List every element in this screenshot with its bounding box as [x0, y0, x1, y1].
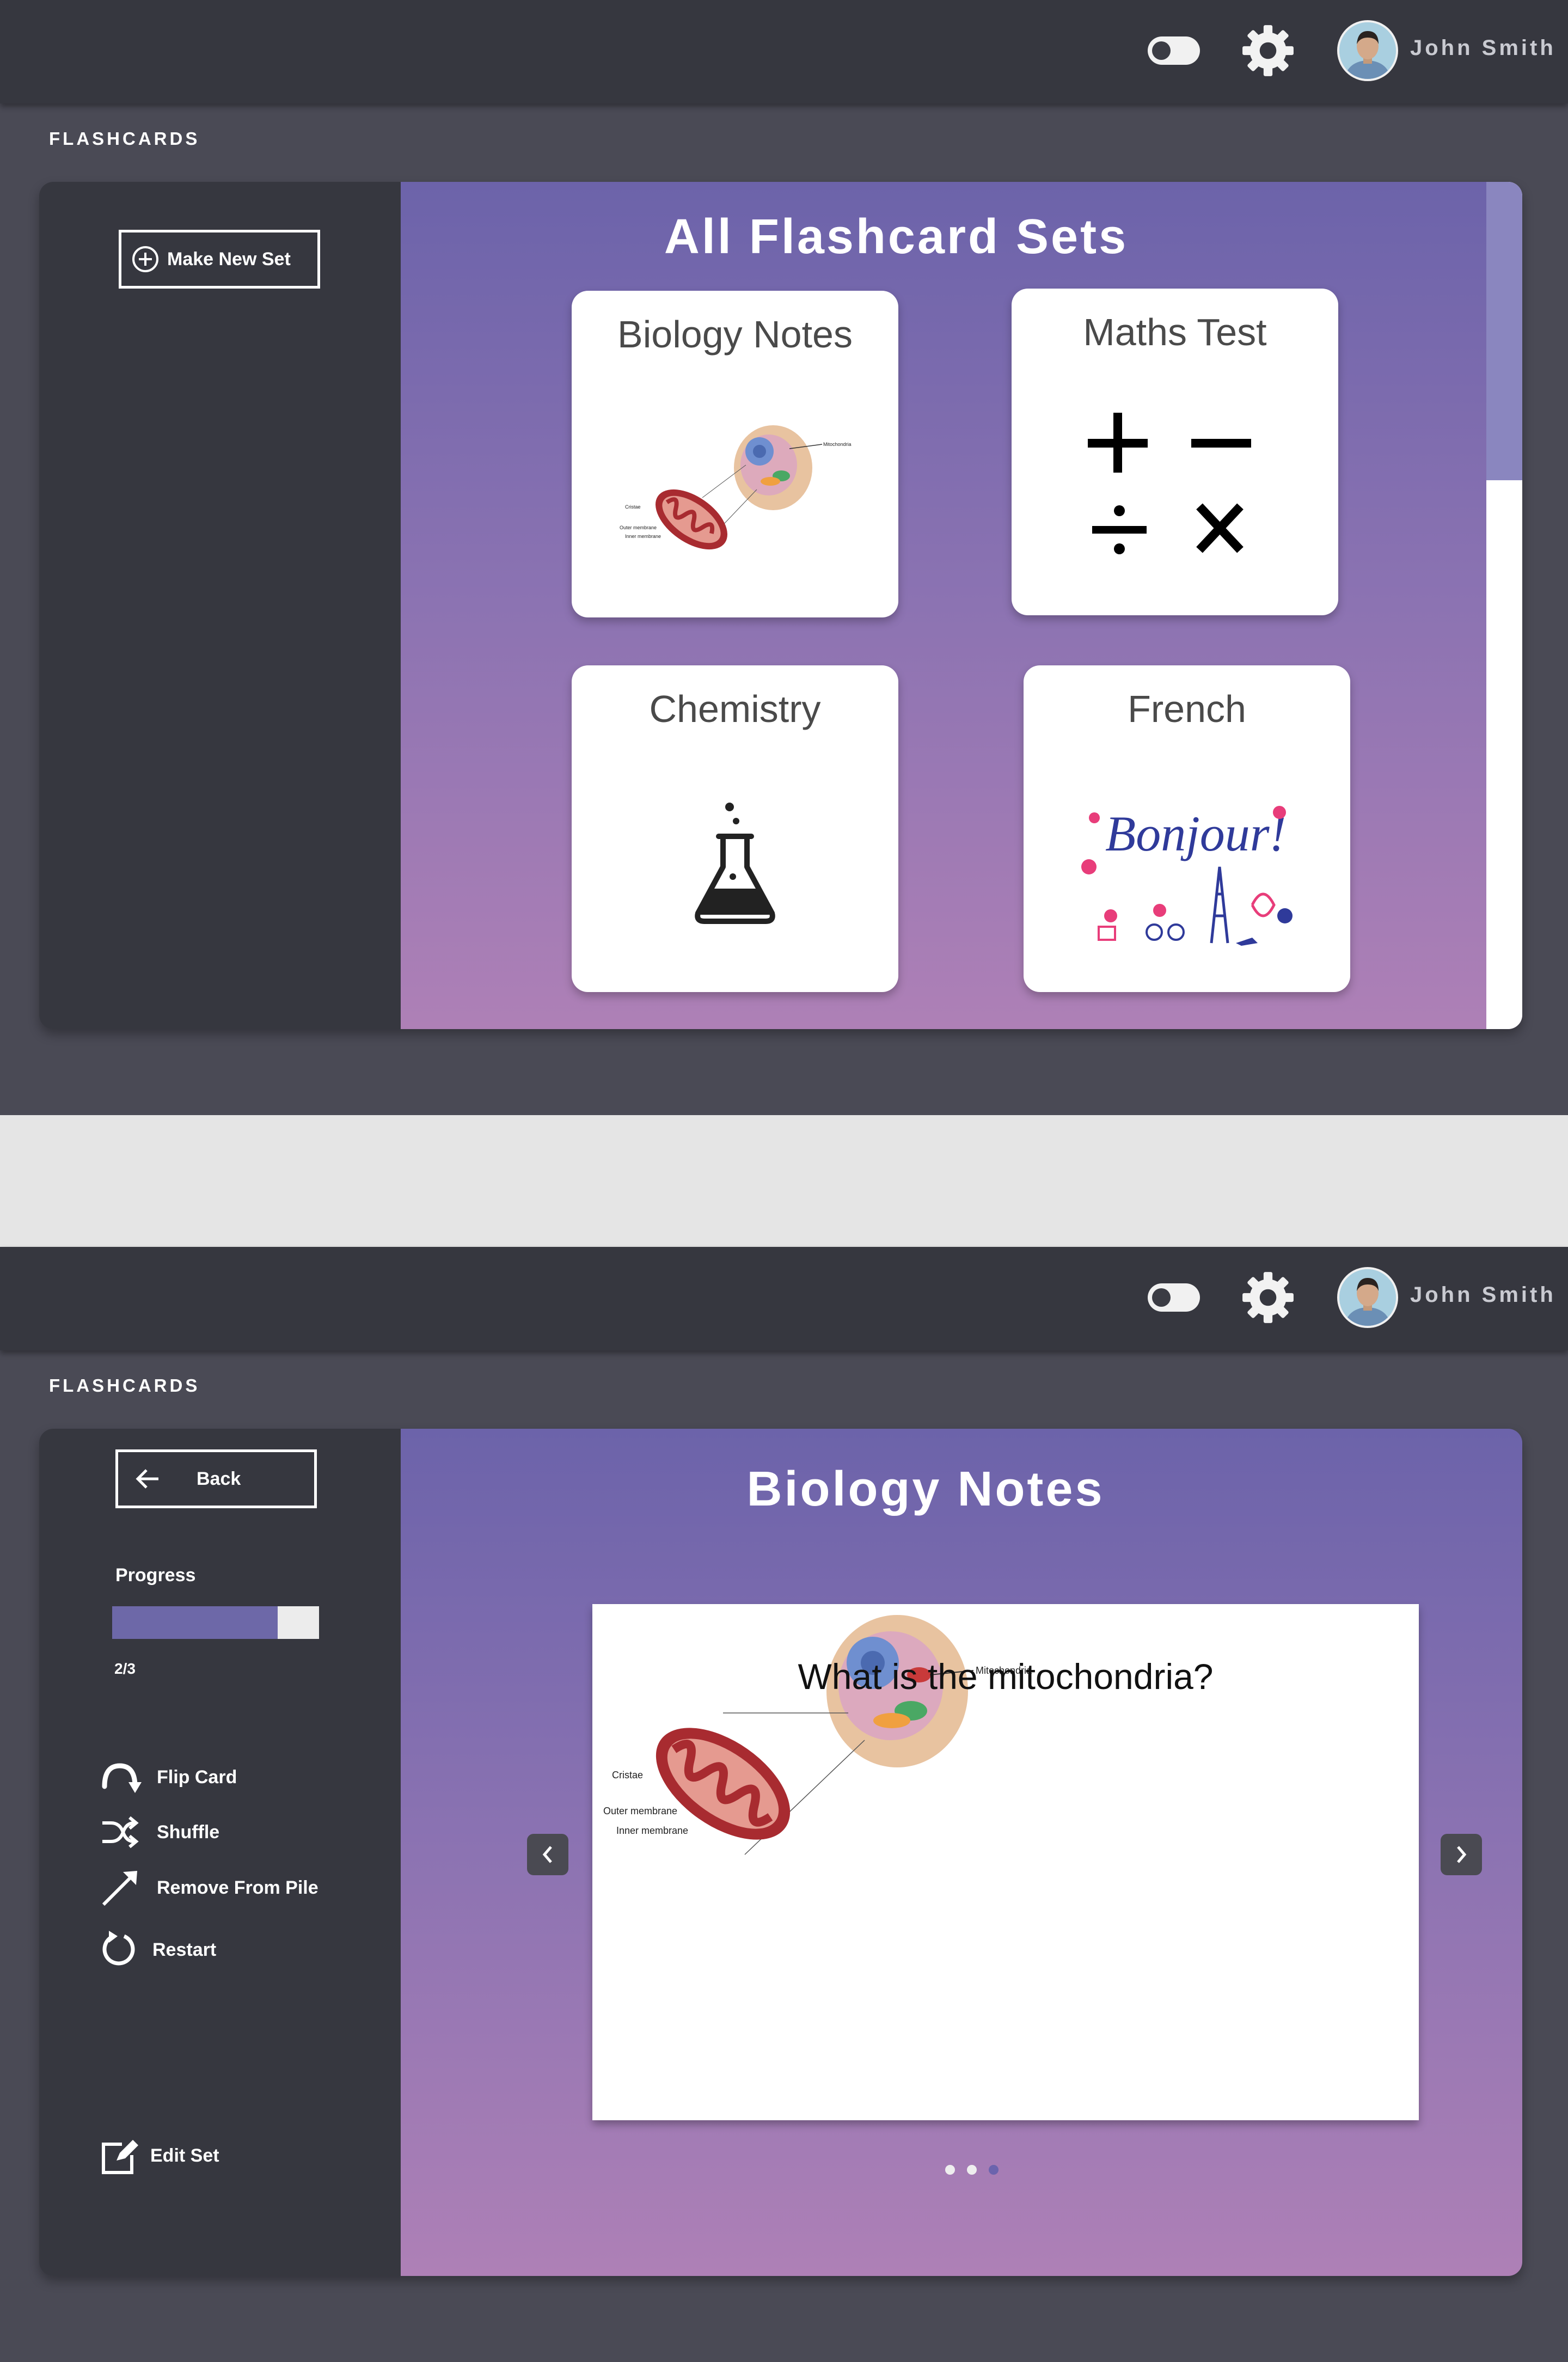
- progress-label: Progress: [115, 1565, 196, 1586]
- set-card-label: Chemistry: [649, 688, 821, 730]
- shuffle-button[interactable]: Shuffle: [98, 1813, 219, 1851]
- edit-set-label: Edit Set: [150, 2145, 219, 2166]
- edit-set-button[interactable]: Edit Set: [98, 2137, 219, 2175]
- diagram-label-cristae: Cristae: [625, 504, 641, 510]
- progress-bar: [112, 1606, 319, 1639]
- section-label: FLASHCARDS: [49, 1375, 200, 1396]
- cell-diagram-image: Mitochondria Cristae Outer membrane Inne…: [620, 425, 852, 550]
- scrollbar-thumb[interactable]: [1486, 182, 1522, 480]
- scrollbar[interactable]: [1486, 182, 1522, 1029]
- flip-card-label: Flip Card: [157, 1766, 237, 1788]
- chevron-left-icon: [542, 1846, 552, 1863]
- top-bar: John Smith: [0, 0, 1568, 103]
- cell-diagram-image: Mitochondria Cristae Outer membrane Inne…: [603, 1615, 1032, 1855]
- avatar-image: [1339, 1269, 1396, 1326]
- make-new-set-button[interactable]: Make New Set: [119, 230, 320, 289]
- page-title: All Flashcard Sets: [664, 210, 1129, 264]
- study-content: Biology Notes What is the mitochondria?: [401, 1429, 1522, 2276]
- section-label: FLASHCARDS: [49, 128, 200, 149]
- theme-toggle[interactable]: [1148, 36, 1200, 65]
- plus-circle-icon: [132, 246, 158, 272]
- diagram-label-outer: Outer membrane: [603, 1806, 677, 1816]
- gear-icon[interactable]: [1240, 23, 1296, 78]
- set-card-label: Biology Notes: [617, 313, 853, 356]
- avatar[interactable]: [1337, 20, 1398, 81]
- progress-count: 2/3: [114, 1660, 136, 1677]
- top-bar: John Smith: [0, 1247, 1568, 1350]
- username[interactable]: John Smith: [1410, 36, 1556, 60]
- set-card-chemistry[interactable]: Chemistry: [572, 665, 898, 992]
- restart-label: Restart: [152, 1939, 217, 1960]
- shuffle-label: Shuffle: [157, 1821, 220, 1843]
- back-button[interactable]: Back: [115, 1449, 317, 1508]
- flip-icon: [102, 1763, 142, 1793]
- edit-icon: [102, 2140, 138, 2174]
- diagram-label-inner: Inner membrane: [625, 534, 661, 539]
- set-card-biology[interactable]: Biology Notes Mitochondria Cristae Outer…: [572, 291, 898, 617]
- sidebar: Back Progress 2/3 Flip Card Shuffle Remo…: [39, 1429, 401, 2276]
- make-new-set-label: Make New Set: [167, 248, 291, 270]
- restart-icon: [102, 1931, 135, 1966]
- sets-content: All Flashcard Sets Biology Notes Mitocho…: [401, 182, 1522, 1029]
- progress-bar-fill: [112, 1606, 278, 1639]
- bonjour-text: Bonjour!: [1105, 806, 1286, 861]
- previous-card-button[interactable]: [527, 1834, 568, 1875]
- diagram-label-outer: Outer membrane: [620, 525, 657, 530]
- restart-button[interactable]: Restart: [98, 1931, 216, 1969]
- flip-card-button[interactable]: Flip Card: [98, 1758, 237, 1796]
- diagram-label-cristae: Cristae: [612, 1770, 643, 1780]
- pagination-dots: [945, 2165, 1010, 2175]
- flashcard[interactable]: What is the mitochondria? Mitochondria C…: [592, 1604, 1419, 2120]
- chevron-right-icon: [1457, 1846, 1467, 1863]
- flashcard-question: What is the mitochondria?: [798, 1656, 1214, 1697]
- bonjour-illustration: Bonjour!: [1081, 806, 1293, 946]
- back-label: Back: [197, 1468, 241, 1489]
- study-panel: Back Progress 2/3 Flip Card Shuffle Remo…: [39, 1429, 1522, 2276]
- diagram-label-inner: Inner membrane: [616, 1825, 688, 1836]
- set-card-maths[interactable]: Maths Test: [1012, 289, 1338, 615]
- pagination-dot-1[interactable]: [945, 2165, 955, 2175]
- pagination-dot-2[interactable]: [967, 2165, 977, 2175]
- theme-toggle[interactable]: [1148, 1283, 1200, 1312]
- username[interactable]: John Smith: [1410, 1283, 1556, 1307]
- set-card-label: French: [1128, 688, 1246, 730]
- arrow-left-icon: [136, 1469, 158, 1489]
- set-card-label: Maths Test: [1083, 311, 1267, 353]
- toggle-knob: [1152, 1288, 1171, 1307]
- flashcard-study-screen: John Smith FLASHCARDS Back Progress 2/3: [0, 1247, 1568, 2362]
- shuffle-icon: [102, 1816, 139, 1849]
- avatar[interactable]: [1337, 1267, 1398, 1328]
- sidebar: Make New Set: [39, 182, 401, 1029]
- page-title: Biology Notes: [746, 1462, 1105, 1516]
- math-operators-icon: [1088, 413, 1251, 554]
- flask-icon: [695, 803, 775, 924]
- pagination-dot-3[interactable]: [989, 2165, 999, 2175]
- avatar-image: [1339, 22, 1396, 79]
- set-card-french[interactable]: French Bonjour!: [1024, 665, 1350, 992]
- next-card-button[interactable]: [1441, 1834, 1482, 1875]
- remove-from-pile-label: Remove From Pile: [157, 1877, 318, 1898]
- diagram-label-mitochondria: Mitochondria: [823, 442, 852, 447]
- remove-from-pile-button[interactable]: Remove From Pile: [98, 1869, 318, 1907]
- flashcards-overview-screen: John Smith FLASHCARDS Make New Set All F…: [0, 0, 1568, 1115]
- arrow-up-right-icon: [102, 1871, 137, 1906]
- gear-icon[interactable]: [1240, 1270, 1296, 1325]
- flashcards-panel: Make New Set All Flashcard Sets Biology …: [39, 182, 1522, 1029]
- screen-divider: [0, 1115, 1568, 1247]
- toggle-knob: [1152, 41, 1171, 60]
